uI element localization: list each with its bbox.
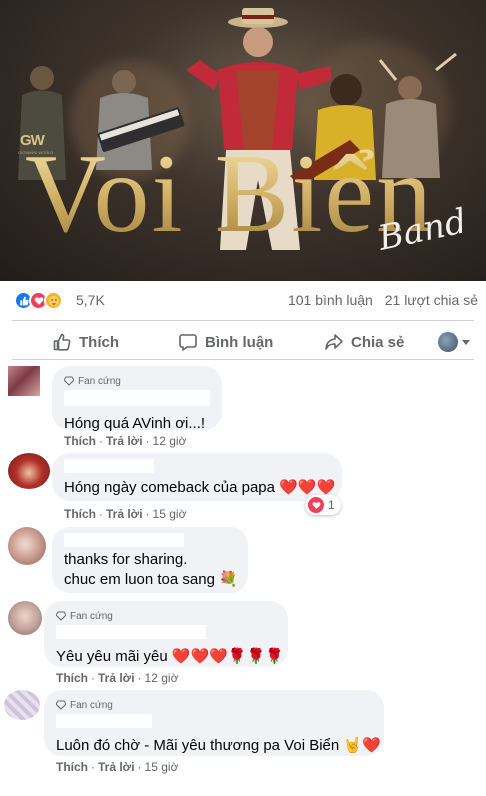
avatar[interactable]: [8, 601, 42, 635]
comment-label: Bình luận: [205, 333, 274, 351]
avatar[interactable]: [8, 453, 50, 489]
comment-share-counts: 101 bình luận 21 lượt chia sẻ: [288, 292, 478, 308]
comment-bubble: Fan cứng Hóng quá AVinh ơi...!: [52, 366, 222, 432]
badge-label: Fan cứng: [78, 375, 121, 387]
post-as-selector[interactable]: [438, 332, 470, 352]
care-icon: [44, 291, 63, 310]
comment-like-link[interactable]: Thích: [56, 760, 88, 774]
comment-time[interactable]: 12 giờ: [153, 434, 187, 448]
comment-button[interactable]: Bình luận: [178, 325, 273, 359]
comment-bubble: Fan cứng Luôn đó chờ - Mãi yêu thương pa…: [44, 690, 384, 756]
commenter-name-redacted[interactable]: [64, 459, 154, 473]
divider: [12, 320, 474, 321]
post-action-bar: Thích Bình luận Chia sẻ: [0, 325, 486, 359]
comment-reply-link[interactable]: Trả lời: [106, 507, 143, 521]
comment-text: Luôn đó chờ - Mãi yêu thương pa Voi Biển…: [56, 737, 381, 754]
fan-badge: Fan cứng: [64, 374, 210, 388]
comment-reply-link[interactable]: Trả lời: [98, 671, 135, 685]
comment-meta: Thích · Trả lời · 12 giờ: [56, 671, 179, 685]
banner-title: Voi Biển: [25, 132, 435, 256]
comment-text: Hóng ngày comeback của papa ❤️❤️❤️: [64, 479, 336, 496]
comment-like-link[interactable]: Thích: [64, 507, 96, 521]
comment-bubble: Fan cứng Yêu yêu mãi yêu ❤️❤️❤️🌹🌹🌹: [44, 601, 288, 667]
diamond-icon: [56, 611, 66, 621]
reactions-summary: 5,7K 101 bình luận 21 lượt chia sẻ: [0, 281, 486, 319]
avatar[interactable]: [4, 690, 40, 720]
share-button[interactable]: Chia sẻ: [324, 325, 404, 359]
badge-label: Fan cứng: [70, 699, 113, 711]
like-button[interactable]: Thích: [52, 325, 119, 359]
comment-reply-link[interactable]: Trả lời: [106, 434, 143, 448]
comment-time[interactable]: 15 giờ: [153, 507, 187, 521]
love-icon: [308, 497, 324, 513]
comment-bubble: Hóng ngày comeback của papa ❤️❤️❤️: [52, 453, 342, 501]
share-label: Chia sẻ: [351, 333, 405, 351]
fan-badge: Fan cứng: [56, 698, 372, 712]
share-count[interactable]: 21 lượt chia sẻ: [385, 292, 478, 308]
comment-text-line: thanks for sharing.: [64, 551, 188, 568]
commenter-name-redacted[interactable]: [56, 714, 152, 728]
comment-text-line: chuc em luon toa sang 💐: [64, 571, 238, 588]
comment-reaction-count: 1: [328, 498, 335, 512]
chevron-down-icon: [462, 339, 470, 345]
diamond-icon: [64, 376, 74, 386]
avatar[interactable]: [8, 366, 40, 396]
comment-meta: Thích · Trả lời · 15 giờ: [56, 760, 179, 774]
commenter-name-redacted[interactable]: [64, 533, 184, 547]
fan-badge: Fan cứng: [56, 609, 276, 623]
divider: [12, 359, 474, 360]
share-icon: [325, 334, 343, 350]
page-avatar-icon: [438, 332, 458, 352]
comment-bubble: thanks for sharing. chuc em luon toa san…: [52, 527, 248, 593]
comment-count[interactable]: 101 bình luận: [288, 292, 373, 308]
diamond-icon: [56, 700, 66, 710]
comment-reply-link[interactable]: Trả lời: [98, 760, 135, 774]
comment-meta: Thích · Trả lời · 12 giờ: [64, 434, 187, 448]
comment-time[interactable]: 12 giờ: [145, 671, 179, 685]
comment-text: Yêu yêu mãi yêu ❤️❤️❤️🌹🌹🌹: [56, 648, 284, 665]
comment-time[interactable]: 15 giờ: [145, 760, 179, 774]
comment-icon: [179, 334, 197, 351]
comment-text: Hóng quá AVinh ơi...!: [64, 415, 206, 432]
commenter-name-redacted[interactable]: [64, 390, 210, 406]
avatar[interactable]: [8, 527, 46, 565]
badge-label: Fan cứng: [70, 610, 113, 622]
commenter-name-redacted[interactable]: [56, 625, 206, 639]
comment-meta: Thích · Trả lời · 15 giờ: [64, 507, 187, 521]
thumbs-up-icon: [53, 333, 71, 351]
post-image[interactable]: GW GIOVANNI WORLD Voi Biển Band: [0, 0, 486, 281]
comment-like-link[interactable]: Thích: [56, 671, 88, 685]
comment-reactions[interactable]: 1: [305, 495, 341, 515]
like-label: Thích: [79, 333, 119, 351]
comment-like-link[interactable]: Thích: [64, 434, 96, 448]
reaction-count[interactable]: 5,7K: [76, 292, 105, 308]
